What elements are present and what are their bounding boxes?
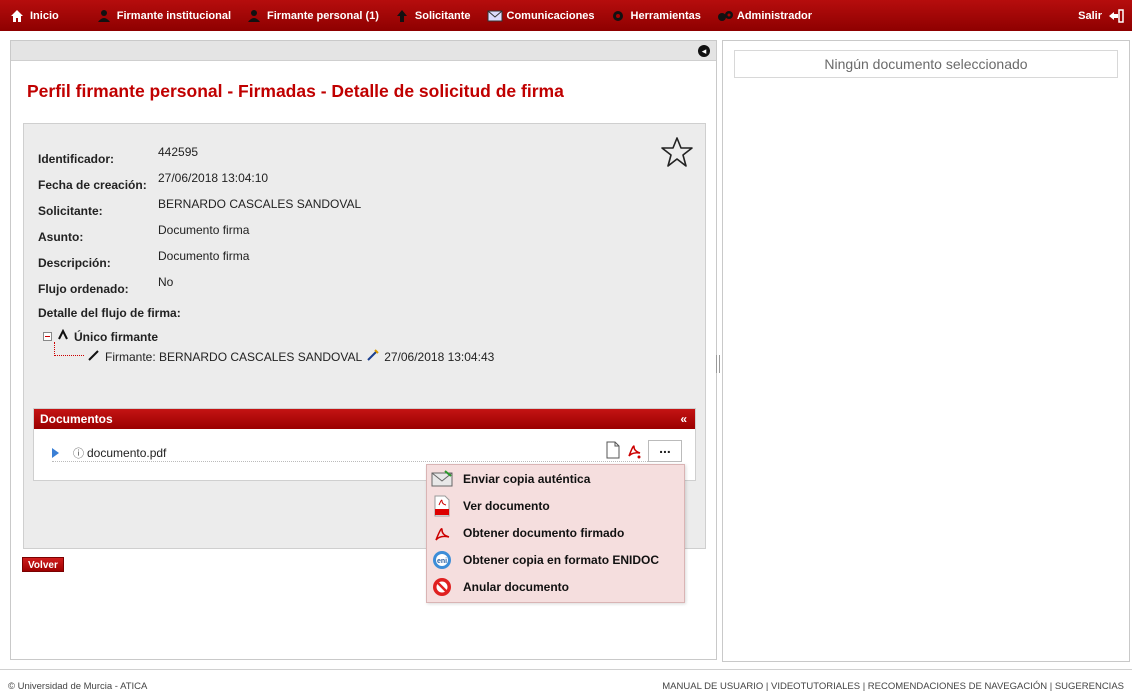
menu-obtener-enidoc[interactable]: eni Obtener copia en formato ENIDOC xyxy=(427,546,684,573)
field-value: 442595 xyxy=(158,145,199,159)
info-icon: ⓘ xyxy=(73,447,84,460)
nav-inicio[interactable]: Inicio xyxy=(0,0,67,31)
document-actions: ... xyxy=(606,440,682,462)
envelope-icon xyxy=(487,9,503,23)
expand-arrow-icon[interactable] xyxy=(52,447,59,458)
logout-button[interactable]: Salir xyxy=(1070,0,1132,31)
nav-solicitante-label: Solicitante xyxy=(414,9,471,22)
field-label: Descripción: xyxy=(38,256,111,270)
no-document-message: Ningún documento seleccionado xyxy=(734,50,1118,78)
field-value: No xyxy=(158,275,174,289)
favorite-star-icon[interactable] xyxy=(661,136,693,168)
menu-ver-documento[interactable]: Ver documento xyxy=(427,492,684,519)
document-name[interactable]: documento.pdf xyxy=(87,446,166,460)
tree-collapse-icon[interactable] xyxy=(43,332,52,341)
nav-firmante-institucional[interactable]: Firmante institucional xyxy=(89,0,239,31)
signed-date: 27/06/2018 13:04:43 xyxy=(384,349,495,364)
edit-pen-icon xyxy=(367,349,379,364)
menu-label: Obtener copia en formato ENIDOC xyxy=(463,552,660,567)
nav-inicio-label: Inicio xyxy=(30,9,59,22)
menu-obtener-firmado[interactable]: Obtener documento firmado xyxy=(427,519,684,546)
pdf-icon xyxy=(431,495,453,517)
preview-panel: Ningún documento seleccionado xyxy=(722,40,1130,662)
logout-icon xyxy=(1108,8,1124,23)
documents-collapse-button[interactable]: « xyxy=(680,412,687,426)
menu-label: Anular documento xyxy=(463,579,570,594)
svg-text:eni: eni xyxy=(437,558,447,565)
nav-comunicaciones-label: Comunicaciones xyxy=(506,9,595,22)
signed-pen-icon xyxy=(88,349,100,364)
eni-icon: eni xyxy=(431,549,453,571)
field-descripcion: Descripción: Documento firma xyxy=(38,249,249,270)
nav-herramientas[interactable]: Herramientas xyxy=(603,0,709,31)
field-label: Fecha de creación: xyxy=(38,178,147,192)
field-label: Solicitante: xyxy=(38,204,103,218)
document-actions-menu: Enviar copia auténtica Ver documento Obt… xyxy=(426,464,685,603)
nav-herramientas-label: Herramientas xyxy=(630,9,701,22)
field-label: Asunto: xyxy=(38,230,84,244)
field-identificador: Identificador: 442595 xyxy=(38,145,198,166)
documents-title: Documentos xyxy=(40,412,113,426)
menu-label: Enviar copia auténtica xyxy=(463,471,591,486)
field-fecha-creacion: Fecha de creación: 27/06/2018 13:04:10 xyxy=(38,171,268,192)
nav-comunicaciones[interactable]: Comunicaciones xyxy=(479,0,603,31)
home-icon xyxy=(10,9,24,23)
logout-label: Salir xyxy=(1078,9,1102,22)
panel-header: ◂ xyxy=(11,41,716,61)
nav-firmante-personal-label: Firmante personal (1) xyxy=(267,9,379,22)
gears-icon xyxy=(717,9,733,23)
field-label: Flujo ordenado: xyxy=(38,282,129,296)
field-value: Documento firma xyxy=(158,249,250,263)
field-value: 27/06/2018 13:04:10 xyxy=(158,171,269,185)
menu-label: Obtener documento firmado xyxy=(463,525,625,540)
file-icon[interactable] xyxy=(606,441,620,462)
back-button[interactable]: Volver xyxy=(22,557,64,572)
signer-text: Firmante: BERNARDO CASCALES SANDOVAL xyxy=(105,349,363,364)
field-value: Documento firma xyxy=(158,223,250,237)
user-icon xyxy=(247,9,261,23)
flow-root-label: Único firmante xyxy=(74,329,159,344)
acrobat-icon xyxy=(431,522,453,544)
field-flujo-ordenado: Flujo ordenado: No xyxy=(38,275,173,296)
cancel-icon xyxy=(431,576,453,598)
page-title: Perfil firmante personal - Firmadas - De… xyxy=(27,81,564,101)
field-value: BERNARDO CASCALES SANDOVAL xyxy=(158,197,362,211)
footer-links[interactable]: MANUAL DE USUARIO | VIDEOTUTORIALES | RE… xyxy=(662,681,1124,692)
acrobat-icon[interactable] xyxy=(626,441,642,462)
top-nav: Inicio Firmante institucional Firmante p… xyxy=(0,0,1132,31)
user-icon xyxy=(97,9,111,23)
arrow-up-icon xyxy=(395,9,409,23)
nav-solicitante[interactable]: Solicitante xyxy=(387,0,479,31)
nav-firmante-personal[interactable]: Firmante personal (1) xyxy=(239,0,387,31)
nav-firmante-institucional-label: Firmante institucional xyxy=(116,9,232,22)
collapse-panel-icon[interactable]: ◂ xyxy=(698,45,710,57)
tree-connector xyxy=(54,342,84,356)
document-row[interactable]: ⓘ documento.pdf ... xyxy=(52,440,682,462)
nav-administrador[interactable]: Administrador xyxy=(709,0,820,31)
field-label: Identificador: xyxy=(38,152,115,166)
footer-copyright: © Universidad de Murcia - ATICA xyxy=(8,681,148,692)
flow-title: Detalle del flujo de firma: xyxy=(38,306,181,320)
nav-administrador-label: Administrador xyxy=(736,9,813,22)
field-solicitante: Solicitante: BERNARDO CASCALES SANDOVAL xyxy=(38,197,361,218)
field-asunto: Asunto: Documento firma xyxy=(38,223,249,244)
menu-enviar-copia[interactable]: Enviar copia auténtica xyxy=(427,465,684,492)
envelope-icon xyxy=(431,468,453,490)
panel-splitter[interactable] xyxy=(716,355,720,373)
menu-label: Ver documento xyxy=(463,498,550,513)
menu-anular-documento[interactable]: Anular documento xyxy=(427,573,684,600)
more-actions-button[interactable]: ... xyxy=(648,440,682,462)
gear-icon xyxy=(611,9,625,23)
flow-signer-node: Firmante: BERNARDO CASCALES SANDOVAL 27/… xyxy=(88,349,494,364)
footer: © Universidad de Murcia - ATICA MANUAL D… xyxy=(0,669,1132,693)
documents-header: Documentos « xyxy=(34,409,695,429)
